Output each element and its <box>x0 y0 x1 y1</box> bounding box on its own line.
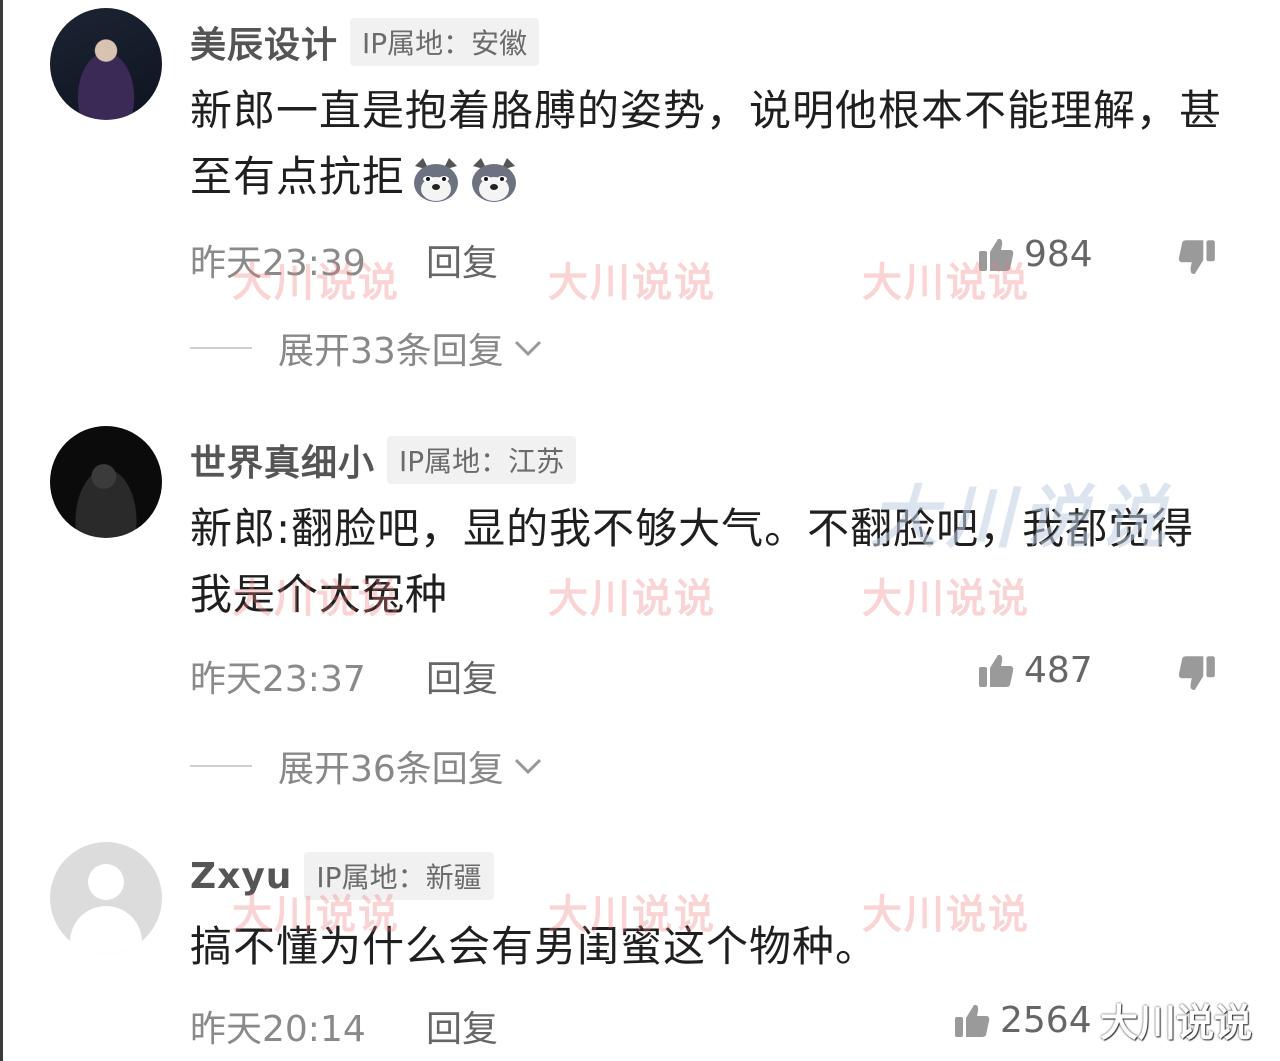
thumbs-down-icon <box>1178 240 1215 274</box>
username[interactable]: 世界真细小 <box>190 434 375 486</box>
chevron-down-icon <box>514 340 541 357</box>
comment-header: 世界真细小 IP属地：江苏 <box>190 434 577 486</box>
timestamp: 昨天23:37 <box>190 659 366 700</box>
dog-emoji-icon <box>467 156 521 204</box>
dog-emoji-icon <box>409 156 463 204</box>
timestamp: 昨天20:14 <box>190 1009 366 1050</box>
like-button[interactable]: 2564 <box>952 1000 1092 1041</box>
like-count: 984 <box>1024 234 1093 275</box>
divider-line <box>190 765 252 767</box>
reply-button[interactable]: 回复 <box>426 234 498 286</box>
comment-meta: 昨天20:14 回复 2564 <box>190 1000 1230 1050</box>
watermark: 大川说说 <box>232 892 400 938</box>
avatar-head-shape <box>88 864 124 900</box>
ip-location-badge: IP属地：安徽 <box>350 18 540 66</box>
dislike-button[interactable] <box>1176 652 1218 703</box>
ip-location-badge: IP属地：江苏 <box>387 436 577 484</box>
like-button[interactable]: 487 <box>976 650 1093 691</box>
expand-replies[interactable]: 展开33条回复 <box>190 322 546 374</box>
watermark: 大川说说 <box>232 576 400 622</box>
watermark: 大川说说 <box>862 892 1030 938</box>
avatar[interactable] <box>50 426 162 538</box>
watermark-corner: 大川说说 <box>1100 1001 1253 1045</box>
avatar[interactable] <box>50 842 162 954</box>
expand-replies-label: 展开33条回复 <box>278 331 504 372</box>
watermark: 大川说说 <box>232 260 400 306</box>
dislike-button[interactable] <box>1176 236 1218 287</box>
divider-line <box>190 347 252 349</box>
thumbs-up-icon <box>955 1004 990 1037</box>
watermark: 大川说说 <box>548 892 716 938</box>
like-count: 2564 <box>1000 1000 1092 1041</box>
thumbs-up-icon <box>979 654 1014 687</box>
reply-button[interactable]: 回复 <box>426 1000 498 1052</box>
like-count: 487 <box>1024 650 1093 691</box>
avatar[interactable] <box>50 8 162 120</box>
expand-replies-label: 展开36条回复 <box>278 749 504 790</box>
reply-button[interactable]: 回复 <box>426 650 498 702</box>
username[interactable]: 美辰设计 <box>190 16 338 68</box>
watermark-large: 大川说说 <box>870 479 1175 558</box>
chevron-down-icon <box>514 758 541 775</box>
thumbs-down-icon <box>1178 656 1215 690</box>
comment-text: 新郎一直是抱着胳膊的姿势，说明他根本不能理解，甚至有点抗拒 <box>190 78 1230 210</box>
comment-header: 美辰设计 IP属地：安徽 <box>190 16 540 68</box>
watermark: 大川说说 <box>548 576 716 622</box>
left-edge-border <box>0 0 3 1061</box>
comment-meta: 昨天23:37 回复 487 <box>190 650 1230 700</box>
avatar-body-shape <box>70 906 142 954</box>
watermark: 大川说说 <box>548 260 716 306</box>
expand-replies[interactable]: 展开36条回复 <box>190 740 546 792</box>
watermark: 大川说说 <box>862 260 1030 306</box>
watermark: 大川说说 <box>862 576 1030 622</box>
